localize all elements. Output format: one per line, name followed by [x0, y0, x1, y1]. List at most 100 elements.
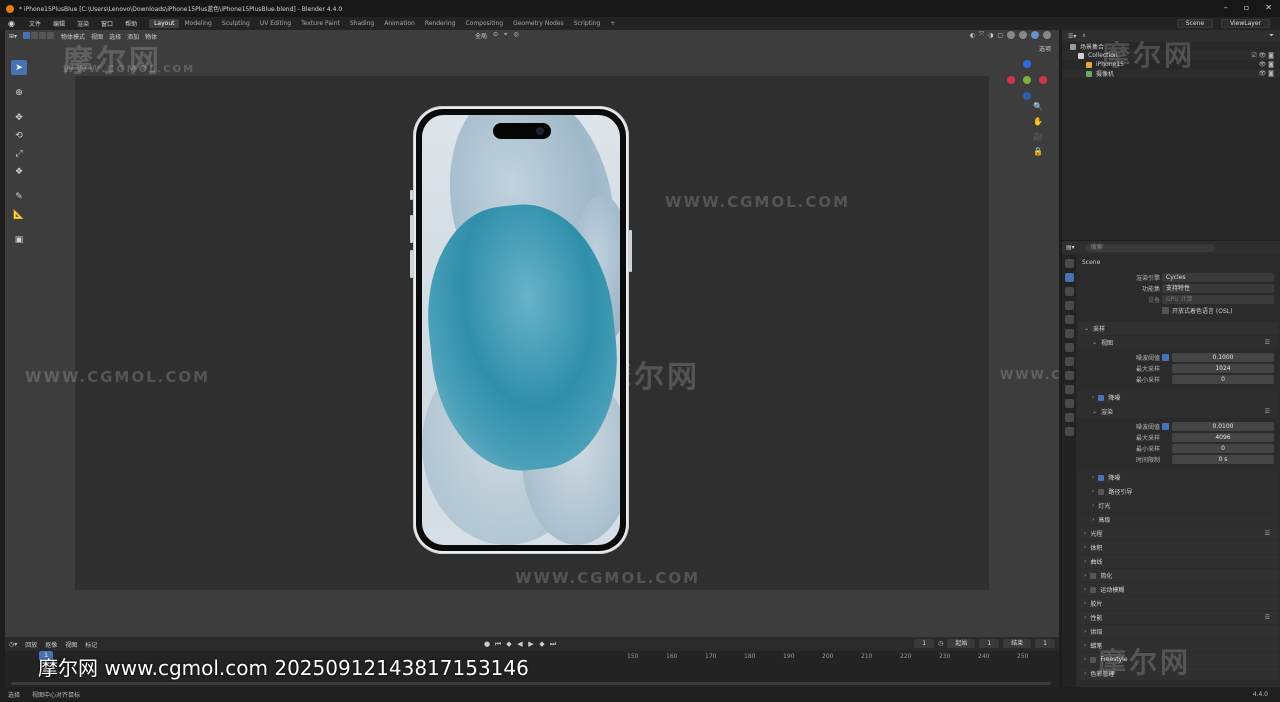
panel-light-paths[interactable]: › 光程 ☰ [1078, 527, 1278, 540]
r-noise-threshold-checkbox[interactable] [1162, 423, 1169, 430]
scene-selector[interactable]: Scene [1176, 19, 1214, 28]
scene-tab-icon[interactable] [1064, 315, 1074, 324]
output-tab-icon[interactable] [1064, 287, 1074, 296]
data-tab-icon[interactable] [1064, 413, 1074, 422]
transform-orientation[interactable]: 全局 [475, 31, 487, 40]
neg-z-axis-icon[interactable] [1023, 92, 1031, 100]
tab-rendering[interactable]: Rendering [420, 19, 461, 28]
blender-menu-icon[interactable]: ◉ [8, 19, 17, 28]
panel-volumes[interactable]: › 体积 [1078, 541, 1278, 554]
timeline-editor-type-icon[interactable]: ◷▾ [9, 641, 17, 648]
vp-denoise-checkbox[interactable] [1098, 394, 1105, 401]
tab-uv-editing[interactable]: UV Editing [255, 19, 296, 28]
rotate-tool-icon[interactable]: ⟲ [11, 128, 27, 143]
outliner[interactable]: ☰▾ ⌕ ⏷ 场景集合 Collection ☑ 👁 ◙ iPhone15 👁 … [1062, 30, 1280, 240]
iphone-model[interactable] [413, 106, 629, 554]
panel-motion-blur[interactable]: › 运动模糊 [1078, 583, 1278, 596]
list-icon[interactable]: ☰ [1265, 614, 1270, 621]
constraints-tab-icon[interactable] [1064, 399, 1074, 408]
properties-editor-icon[interactable]: ▤▾ [1066, 244, 1075, 251]
pivot-icon[interactable]: ⊙ [493, 31, 498, 40]
select-tool-icon[interactable]: ➤ [11, 60, 27, 75]
navigation-gizmo[interactable] [1007, 60, 1047, 100]
properties-editor[interactable]: ▤▾ 搜索 Scene 渲染引擎 Cycles 功能集 支持特性 设备 GPU … [1062, 241, 1280, 687]
vp-max-samples-field[interactable]: 1024 [1172, 364, 1274, 373]
move-tool-icon[interactable]: ✥ [11, 110, 27, 125]
panel-sampling[interactable]: ⌄ 采样 [1078, 322, 1278, 335]
play-reverse-icon[interactable]: ◀ [516, 640, 524, 648]
motion-blur-checkbox[interactable] [1090, 586, 1097, 593]
minimize-icon[interactable]: – [1224, 3, 1228, 12]
freestyle-checkbox[interactable] [1090, 656, 1097, 663]
r-max-samples-field[interactable]: 4096 [1172, 433, 1274, 442]
xray-toggle-icon[interactable]: ▢ [997, 32, 1003, 39]
scale-tool-icon[interactable]: ⤢ [11, 146, 27, 161]
lock-icon[interactable]: 🔒 [1033, 147, 1043, 157]
panel-curves[interactable]: › 曲线 [1078, 555, 1278, 568]
overlay-toggle-icon[interactable]: ◑ [988, 32, 993, 39]
tab-shading[interactable]: Shading [345, 19, 379, 28]
tab-compositing[interactable]: Compositing [460, 19, 508, 28]
transform-tool-icon[interactable]: ❖ [11, 164, 27, 179]
proportional-edit-icon[interactable]: ◎ [513, 31, 518, 40]
snap-icon[interactable]: ⌖ [504, 31, 507, 40]
visibility-eye-icon[interactable]: 👁 ◙ [1259, 70, 1274, 77]
tab-animation[interactable]: Animation [379, 19, 420, 28]
jump-end-icon[interactable]: ⏭ [549, 640, 557, 648]
render-tab-icon[interactable] [1064, 273, 1074, 282]
tab-modeling[interactable]: Modeling [179, 19, 216, 28]
rendered-shading-icon[interactable] [1043, 31, 1051, 39]
visibility-eye-icon[interactable]: ☑ 👁 ◙ [1251, 52, 1274, 59]
feature-set-select[interactable]: 支持特性 [1162, 284, 1274, 293]
prev-keyframe-icon[interactable]: ◆ [505, 640, 513, 648]
zoom-icon[interactable]: 🔍 [1033, 102, 1043, 112]
timeline-menu-keying[interactable]: 抠像 [45, 640, 57, 649]
visibility-eye-icon[interactable]: 👁 ◙ [1259, 61, 1274, 68]
select-mode-invert-icon[interactable] [47, 31, 55, 39]
y-axis-icon[interactable] [1023, 76, 1031, 84]
physics-tab-icon[interactable] [1064, 385, 1074, 394]
gizmo-toggle-icon[interactable]: ⤧ [979, 31, 984, 39]
tab-texture-paint[interactable]: Texture Paint [296, 19, 345, 28]
panel-r-denoise[interactable]: › 降噪 [1078, 471, 1278, 484]
select-mode-extend-icon[interactable] [31, 31, 39, 39]
menu-render[interactable]: 渲染 [71, 19, 95, 28]
path-guiding-checkbox[interactable] [1098, 488, 1105, 495]
next-keyframe-icon[interactable]: ◆ [538, 640, 546, 648]
wireframe-shading-icon[interactable] [1007, 31, 1015, 39]
object-tab-icon[interactable] [1064, 357, 1074, 366]
panel-bake[interactable]: › 烘焙 [1078, 625, 1278, 638]
current-frame-field[interactable]: 1 [914, 639, 935, 648]
menu-file[interactable]: 文件 [23, 19, 47, 28]
timeline-menu-marker[interactable]: 标记 [85, 640, 97, 649]
play-icon[interactable]: ▶ [527, 640, 535, 648]
simplify-checkbox[interactable] [1090, 572, 1097, 579]
properties-search-input[interactable]: 搜索 [1084, 243, 1215, 252]
osl-checkbox[interactable] [1162, 307, 1169, 314]
panel-performance[interactable]: › 性能 ☰ [1078, 611, 1278, 624]
record-icon[interactable]: ● [483, 640, 491, 648]
panel-viewport-sampling[interactable]: ⌄ 视图 ☰ [1078, 336, 1278, 349]
outliner-editor-icon[interactable]: ☰▾ [1068, 33, 1076, 40]
panel-film[interactable]: › 胶片 [1078, 597, 1278, 610]
visibility-icon[interactable]: ◐ [970, 32, 975, 39]
filter-icon[interactable]: ⏷ [1269, 32, 1274, 40]
panel-path-guiding[interactable]: › 路径引导 [1078, 485, 1278, 498]
select-mode-subtract-icon[interactable] [39, 31, 47, 39]
tab-geometry-nodes[interactable]: Geometry Nodes [508, 19, 569, 28]
z-axis-icon[interactable] [1023, 60, 1031, 68]
editor-type-icon[interactable]: ⊞▾ [9, 33, 17, 40]
list-icon[interactable]: ☰ [1265, 339, 1270, 346]
panel-lights[interactable]: › 灯光 [1078, 499, 1278, 512]
panel-simplify[interactable]: › 简化 [1078, 569, 1278, 582]
time-limit-field[interactable]: 0 s [1172, 455, 1274, 464]
add-workspace-button[interactable]: + [605, 19, 620, 28]
world-tab-icon[interactable] [1064, 329, 1074, 338]
device-select[interactable]: GPU 计算 [1162, 295, 1274, 304]
vp-min-samples-field[interactable]: 0 [1172, 375, 1274, 384]
maximize-icon[interactable]: ▫ [1244, 3, 1249, 12]
tab-sculpting[interactable]: Sculpting [217, 19, 255, 28]
solid-shading-icon[interactable] [1019, 31, 1027, 39]
r-denoise-checkbox[interactable] [1098, 474, 1105, 481]
collection-tab-icon[interactable] [1064, 343, 1074, 352]
